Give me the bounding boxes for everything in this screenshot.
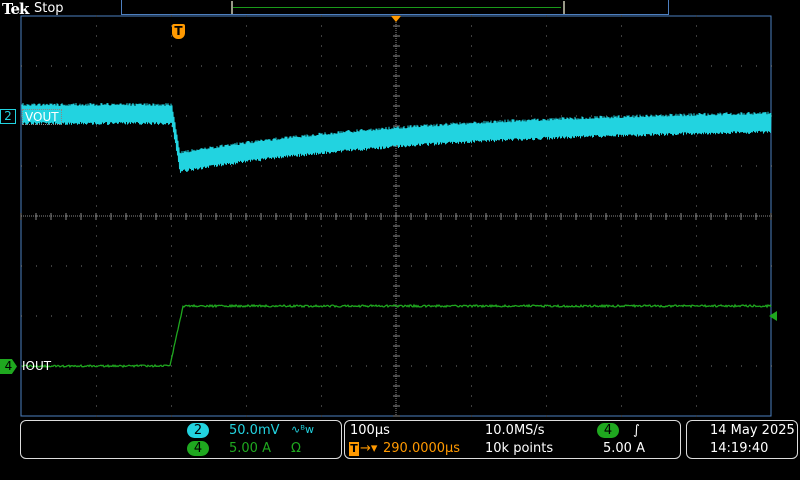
trigger-time-marker (391, 16, 401, 22)
record-length[interactable]: 10k points (485, 441, 553, 456)
ch4-scale[interactable]: 5.00 A (229, 441, 271, 456)
trigger-t-icon: T (349, 442, 359, 456)
trigger-slope-icon: ∫ (633, 423, 640, 438)
datetime-panel: 14 May 2025 14:19:40 (686, 420, 798, 459)
ch2-bandwidth-icon: ∿ᴮw (291, 423, 314, 436)
ch2-scale[interactable]: 50.0mV (229, 423, 280, 438)
ch2-label: VOUT (22, 109, 62, 125)
trigger-position-marker[interactable]: T (172, 24, 185, 39)
timebase[interactable]: 100µs (350, 423, 390, 438)
ch2-ground-marker[interactable]: 2 (0, 109, 16, 124)
ch4-badge[interactable]: 4 (187, 441, 209, 456)
trigger-level-marker (769, 311, 777, 321)
horizontal-trigger-panel[interactable]: 100µs T →▾ 290.0000µs 10.0MS/s 10k point… (344, 420, 681, 459)
vertical-panel[interactable]: 2 50.0mV ∿ᴮw 4 5.00 A Ω (20, 420, 342, 459)
sample-rate: 10.0MS/s (485, 423, 545, 438)
ch2-badge[interactable]: 2 (187, 423, 209, 438)
trigger-source-badge[interactable]: 4 (597, 423, 619, 438)
trigger-level[interactable]: 5.00 A (603, 441, 645, 456)
delay-arrow-icon: →▾ (360, 441, 377, 456)
time: 14:19:40 (710, 441, 768, 456)
ch4-label: IOUT (22, 359, 51, 373)
ch4-termination-icon: Ω (291, 441, 301, 456)
waveform-display[interactable] (0, 0, 800, 420)
horizontal-delay[interactable]: 290.0000µs (383, 441, 460, 456)
date: 14 May 2025 (710, 423, 795, 438)
